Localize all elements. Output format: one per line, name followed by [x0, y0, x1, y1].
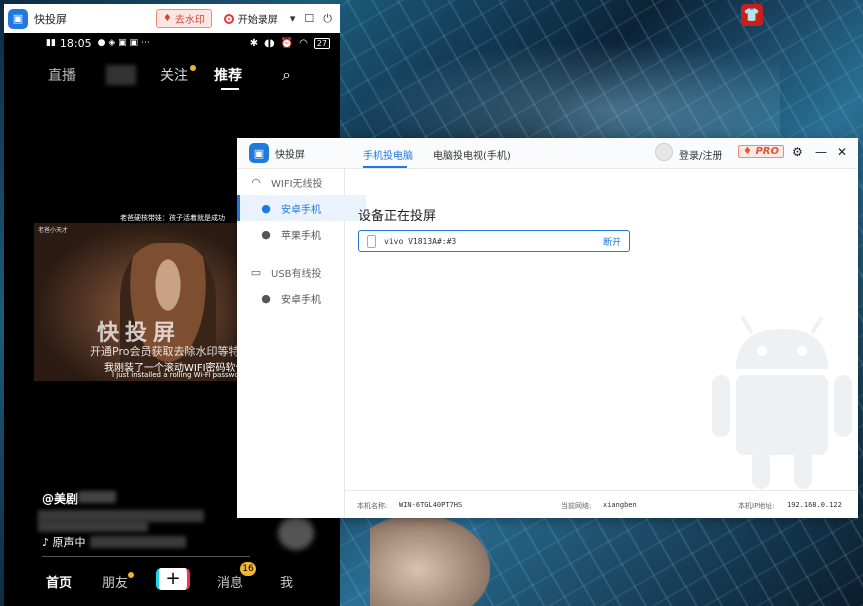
- search-icon[interactable]: ⌕: [282, 65, 291, 85]
- tab-live[interactable]: 直播: [48, 65, 76, 85]
- active-tab-underline: [363, 166, 407, 168]
- video-author[interactable]: @美剧: [42, 490, 78, 507]
- network-value: xiangben: [603, 501, 637, 509]
- phone-bottom-nav: 首页 朋友 + 消息 16 我: [4, 562, 340, 598]
- tab-blurred[interactable]: [106, 65, 136, 85]
- tab-follow-label: 关注: [160, 68, 188, 84]
- sidebar-group-usb: ▭ USB有线投: [237, 259, 356, 285]
- settings-icon[interactable]: ⚙: [792, 145, 803, 159]
- user-avatar-icon[interactable]: [655, 143, 673, 161]
- app-logo-icon: ▣: [8, 8, 28, 29]
- pro-badge-button[interactable]: ♦ PRO: [738, 145, 784, 158]
- main-app-window: ▣ 快投屏 手机投电脑 电脑投电视(手机) 登录/注册 ♦ PRO ⚙ — ✕ …: [237, 138, 858, 518]
- video-player[interactable]: 老爸小天才 快投屏 开通Pro会员获取去除水印等特 我刚装了一个滚动WIFI密码…: [34, 223, 244, 381]
- phone-status-bar: ▮▮ 18:05 ● ◈ ▣ ▣ ⋯ ✱ ◖◗ ⏰ ◠ 27: [4, 35, 340, 51]
- power-icon[interactable]: ⏻: [323, 12, 332, 26]
- music-note-icon: ♪: [42, 536, 53, 549]
- video-promo-text: 开通Pro会员获取去除水印等特: [90, 345, 240, 358]
- main-window-titlebar[interactable]: ▣ 快投屏 手机投电脑 电脑投电视(手机) 登录/注册 ♦ PRO ⚙ — ✕: [237, 138, 858, 169]
- video-corner-text: 老爸小天才: [38, 227, 69, 234]
- remove-watermark-button[interactable]: ♦ 去水印: [155, 9, 212, 28]
- pro-label: PRO: [755, 146, 779, 157]
- app-logo-icon: ▣: [249, 143, 269, 163]
- sidebar: ◠ WIFI无线投 ● 安卓手机 ● 苹果手机 ▭ USB有线投 ● 安卓手机: [237, 169, 366, 518]
- casting-heading: 设备正在投屏: [358, 209, 437, 224]
- close-icon[interactable]: ✕: [837, 145, 847, 159]
- sidebar-item-label: 安卓手机: [281, 204, 321, 216]
- app-name: 快投屏: [275, 149, 305, 161]
- signal-icon: ▮▮: [46, 38, 56, 48]
- new-dot: [190, 65, 196, 71]
- phone-icon: [367, 234, 376, 248]
- description-blurred-2: [38, 520, 148, 532]
- active-indicator: [237, 195, 240, 221]
- device-row[interactable]: vivo V1813A#:#3 断开: [358, 230, 630, 252]
- tab-pc-to-tv[interactable]: 电脑投电视(手机): [433, 147, 511, 162]
- wifi-icon: ◠: [299, 37, 308, 49]
- messages-badge: 16: [240, 562, 256, 576]
- sidebar-group-wifi: ◠ WIFI无线投: [237, 169, 356, 195]
- diamond-icon: ♦: [162, 13, 172, 24]
- ip-value: 192.168.0.122: [787, 501, 842, 509]
- music-blurred: [90, 536, 186, 548]
- host-label: 本机名称:: [357, 502, 388, 510]
- phone-top-tabs: 直播 关注 推荐 ⌕: [4, 57, 340, 93]
- device-name: vivo V1813A#:#3: [384, 236, 457, 246]
- pin-icon[interactable]: ▾: [290, 12, 296, 26]
- nav-friends-label: 朋友: [102, 576, 129, 591]
- tshirt-app-icon[interactable]: 👕: [741, 4, 763, 26]
- start-recording-button[interactable]: 开始录屏: [223, 11, 278, 26]
- start-recording-label: 开始录屏: [237, 15, 278, 26]
- remove-watermark-label: 去水印: [174, 15, 205, 26]
- add-post-button[interactable]: +: [156, 568, 190, 590]
- sidebar-group-usb-label: USB有线投: [271, 268, 322, 280]
- login-register-link[interactable]: 登录/注册: [679, 147, 722, 162]
- ip-label: 本机IP地址:: [738, 502, 775, 510]
- sidebar-item-label: 苹果手机: [281, 230, 321, 242]
- nav-friends[interactable]: 朋友: [102, 572, 135, 591]
- record-icon: [223, 13, 234, 24]
- nav-home[interactable]: 首页: [46, 572, 72, 591]
- phone-window-title: 快投屏: [34, 12, 67, 26]
- nav-messages[interactable]: 消息: [217, 572, 243, 591]
- android-icon: ●: [261, 201, 271, 215]
- video-caption-top: 老爸硬核带娃：孩子活着就是成功: [120, 214, 225, 222]
- apple-icon: ●: [261, 227, 271, 241]
- creator-avatar[interactable]: [278, 516, 314, 550]
- main-content: 设备正在投屏 vivo V1813A#:#3 断开: [345, 169, 858, 489]
- author-blurred: [78, 491, 116, 503]
- maximize-icon[interactable]: ☐: [304, 12, 314, 26]
- tab-follow[interactable]: 关注: [160, 65, 196, 85]
- nav-me[interactable]: 我: [280, 572, 293, 591]
- new-dot: [128, 572, 135, 578]
- network-label: 当前网络:: [561, 502, 592, 510]
- music-info[interactable]: ♪ 原声中: [42, 534, 86, 550]
- active-tab-underline: [221, 88, 239, 90]
- android-icon: ●: [261, 291, 271, 305]
- notification-icons: ● ◈ ▣ ▣ ⋯: [97, 38, 150, 48]
- usb-icon: ▭: [250, 265, 262, 279]
- wifi-icon: ◠: [251, 175, 261, 189]
- tab-recommend[interactable]: 推荐: [214, 65, 242, 85]
- video-subtitle-en: I just installed a rolling Wi-Fi passwor…: [112, 371, 244, 379]
- android-watermark-icon: [712, 315, 852, 489]
- progress-divider: [42, 556, 250, 557]
- sidebar-item-label: 安卓手机: [281, 294, 321, 306]
- status-footer: 本机名称: WIN-6TGL40PT7HS 当前网络: xiangben 本机I…: [345, 490, 858, 519]
- host-value: WIN-6TGL40PT7HS: [399, 501, 463, 509]
- sidebar-group-wifi-label: WIFI无线投: [271, 178, 323, 190]
- headphones-icon: ◖◗: [264, 37, 275, 49]
- tab-phone-to-pc[interactable]: 手机投电脑: [363, 147, 413, 162]
- phone-window-titlebar[interactable]: ▣ 快投屏 ♦ 去水印 开始录屏 ▾ ☐ ⏻: [4, 4, 340, 33]
- minimize-icon[interactable]: —: [815, 145, 827, 159]
- status-time: 18:05: [59, 36, 92, 50]
- bluetooth-icon: ✱: [249, 37, 259, 49]
- battery-indicator: 27: [313, 37, 330, 49]
- music-prefix: 原声中: [52, 536, 86, 549]
- alarm-icon: ⏰: [280, 37, 294, 49]
- hand-silhouette: [370, 515, 490, 606]
- disconnect-button[interactable]: 断开: [603, 235, 621, 248]
